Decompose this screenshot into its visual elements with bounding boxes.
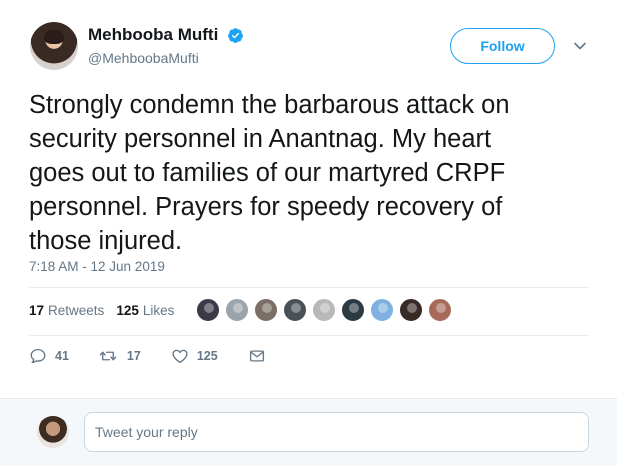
author-display-name[interactable]: Mehbooba Mufti — [88, 25, 218, 45]
likes-label: Likes — [142, 303, 175, 318]
retweets-stat[interactable]: 17 Retweets — [29, 303, 104, 318]
divider — [29, 335, 589, 336]
tweet-timestamp[interactable]: 7:18 AM - 12 Jun 2019 — [29, 259, 165, 274]
heart-icon — [172, 349, 188, 364]
liker-avatar[interactable] — [399, 298, 423, 322]
retweet-icon — [99, 351, 117, 361]
liker-avatars — [196, 298, 457, 322]
liker-avatar[interactable] — [254, 298, 278, 322]
divider — [29, 287, 589, 288]
like-count: 125 — [196, 349, 218, 363]
liker-avatar[interactable] — [283, 298, 307, 322]
liker-avatar[interactable] — [196, 298, 220, 322]
liker-avatar[interactable] — [341, 298, 365, 322]
reply-area — [0, 398, 617, 466]
chevron-down-icon[interactable] — [572, 38, 588, 54]
reply-button[interactable]: 41 — [29, 347, 69, 365]
author-avatar[interactable] — [30, 22, 78, 70]
tweet-actions: 41 17 125 — [29, 347, 304, 365]
author-handle[interactable]: @MehboobaMufti — [88, 50, 244, 66]
author-name-block: Mehbooba Mufti @MehboobaMufti — [88, 25, 244, 66]
liker-avatar[interactable] — [428, 298, 452, 322]
reply-count: 41 — [55, 349, 69, 363]
tweet-stats: 17 Retweets 125 Likes — [29, 303, 186, 318]
liker-avatar[interactable] — [370, 298, 394, 322]
liker-avatar[interactable] — [312, 298, 336, 322]
liker-avatar[interactable] — [225, 298, 249, 322]
retweets-label: Retweets — [48, 303, 105, 318]
retweets-count: 17 — [29, 303, 45, 318]
tweet-card: Mehbooba Mufti @MehboobaMufti Follow Str… — [0, 0, 617, 398]
retweet-button[interactable]: 17 — [99, 347, 141, 365]
retweet-count: 17 — [126, 349, 141, 363]
reply-bubble-icon — [30, 348, 46, 364]
user-avatar[interactable] — [37, 416, 69, 448]
direct-message-button[interactable] — [248, 347, 274, 365]
likes-stat[interactable]: 125 Likes — [116, 303, 174, 318]
likes-count: 125 — [116, 303, 139, 318]
verified-badge-icon — [227, 27, 243, 43]
follow-button[interactable]: Follow — [450, 28, 555, 64]
envelope-icon — [249, 350, 264, 362]
reply-input[interactable] — [84, 412, 589, 452]
like-button[interactable]: 125 — [171, 347, 218, 365]
tweet-text: Strongly condemn the barbarous attack on… — [29, 91, 510, 255]
